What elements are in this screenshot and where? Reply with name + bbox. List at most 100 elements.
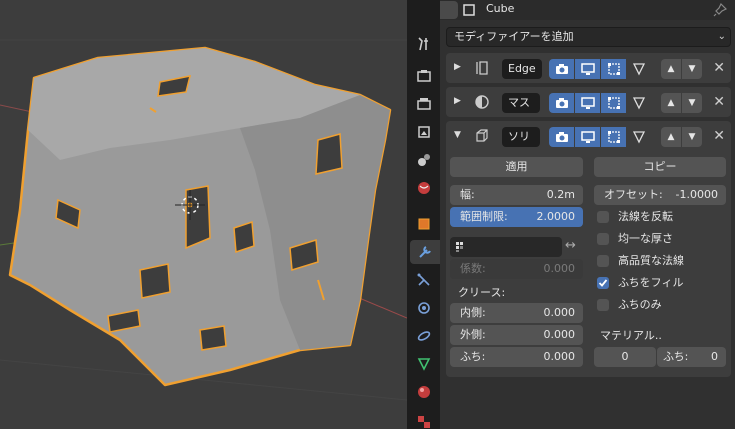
add-modifier-label: モディファイアーを追加: [454, 30, 574, 43]
clamp-value: 2.0000: [536, 210, 576, 223]
thickness-label: 幅:: [460, 188, 475, 201]
properties-header: Cube: [440, 0, 735, 20]
material-offset-field[interactable]: 0: [594, 347, 656, 367]
high-quality-normals-checkbox[interactable]: 高品質な法線: [597, 252, 727, 270]
outer-label: 外側:: [460, 328, 486, 341]
fill-rim-checkbox[interactable]: ふちをフィル: [597, 274, 727, 292]
move-up-button[interactable]: ▲: [661, 127, 681, 147]
render-toggle[interactable]: [549, 127, 574, 147]
clamp-field[interactable]: 範囲制限: 2.0000: [450, 207, 583, 227]
add-modifier-dropdown[interactable]: モディファイアーを追加 ⌄: [446, 27, 731, 47]
render-tab[interactable]: [411, 64, 437, 88]
outer-crease-field[interactable]: 外側: 0.000: [450, 325, 583, 345]
material-heading: マテリアル..: [600, 329, 662, 342]
material-icon: [418, 386, 430, 398]
monitor-icon: [580, 97, 595, 109]
flip-normals-checkbox[interactable]: 法線を反転: [597, 208, 727, 226]
editmode-icon: [607, 97, 620, 109]
apply-button[interactable]: 適用: [450, 157, 583, 177]
checkmark-icon: [597, 277, 609, 289]
cage-toggle[interactable]: [626, 59, 651, 79]
clamp-label: 範囲制限:: [460, 210, 508, 223]
3d-viewport[interactable]: [0, 0, 407, 429]
even-thickness-checkbox[interactable]: 均一な厚さ: [597, 230, 727, 248]
tool-tab[interactable]: [411, 32, 437, 56]
viewport-toggle[interactable]: [575, 127, 600, 147]
data-tab[interactable]: [411, 352, 437, 376]
rim-crease-field[interactable]: ふち: 0.000: [450, 347, 583, 367]
render-toggle[interactable]: [549, 59, 574, 79]
editmode-toggle[interactable]: [601, 127, 626, 147]
offset-value: -1.0000: [675, 188, 718, 201]
pin-icon[interactable]: [713, 3, 727, 17]
thickness-value: 0.2m: [546, 188, 575, 201]
only-rim-checkbox[interactable]: ふちのみ: [597, 296, 727, 314]
collapse-arrow-icon[interactable]: ▼: [454, 130, 461, 140]
checkbox-box: [597, 233, 609, 245]
object-tab[interactable]: [411, 212, 437, 236]
move-up-button[interactable]: ▲: [661, 93, 681, 113]
move-up-button[interactable]: ▲: [661, 59, 681, 79]
checkbox-box: [597, 299, 609, 311]
view-layer-icon: [418, 126, 430, 138]
physics-icon: [418, 302, 430, 314]
modifier-name-field[interactable]: Edge: [502, 59, 542, 79]
material-rim-value: 0: [711, 350, 718, 363]
viewport-toggle[interactable]: [575, 93, 600, 113]
particles-tab[interactable]: [411, 268, 437, 292]
copy-button[interactable]: コピー: [594, 157, 726, 177]
editmode-toggle[interactable]: [601, 93, 626, 113]
only-rim-label: ふちのみ: [618, 298, 662, 311]
move-down-button[interactable]: ▼: [682, 127, 702, 147]
texture-icon: [418, 416, 430, 428]
modifier-panel-edge: ▶ Edge ▲ ▼ ✕: [446, 53, 731, 83]
render-toggle[interactable]: [549, 93, 574, 113]
constraints-tab[interactable]: [411, 324, 437, 348]
factor-value: 0.000: [543, 262, 576, 275]
camera-icon: [555, 132, 568, 142]
modifier-tab[interactable]: [410, 240, 440, 264]
close-icon[interactable]: ✕: [713, 94, 725, 110]
close-icon[interactable]: ✕: [713, 128, 725, 144]
fill-rim-label: ふちをフィル: [618, 276, 684, 289]
object-icon: [418, 218, 430, 230]
texture-tab[interactable]: [411, 410, 437, 429]
view-layer-tab[interactable]: [411, 120, 437, 144]
cage-icon: [632, 63, 645, 76]
material-rim-field[interactable]: ふち: 0: [657, 347, 726, 367]
camera-icon: [555, 64, 568, 74]
move-down-button[interactable]: ▼: [682, 93, 702, 113]
flip-normals-label: 法線を反転: [618, 210, 673, 223]
move-down-button[interactable]: ▼: [682, 59, 702, 79]
high-quality-normals-label: 高品質な法線: [618, 254, 684, 267]
expand-arrow-icon[interactable]: ▶: [454, 96, 461, 106]
editmode-toggle[interactable]: [601, 59, 626, 79]
material-tab[interactable]: [411, 380, 437, 404]
close-icon[interactable]: ✕: [713, 60, 725, 76]
editor-type-button[interactable]: [440, 1, 458, 19]
particles-icon: [417, 273, 430, 286]
expand-arrow-icon[interactable]: ▶: [454, 62, 461, 72]
cage-toggle[interactable]: [626, 93, 651, 113]
output-tab[interactable]: [411, 92, 437, 116]
inner-crease-field[interactable]: 内側: 0.000: [450, 303, 583, 323]
world-tab[interactable]: [411, 176, 437, 200]
offset-field[interactable]: オフセット: -1.0000: [594, 185, 726, 205]
even-thickness-label: 均一な厚さ: [618, 232, 673, 245]
rim-value: 0.000: [543, 350, 576, 363]
subsurf-icon: [475, 95, 489, 109]
modifier-name-field[interactable]: ソリ: [502, 127, 540, 147]
cage-icon: [632, 131, 645, 144]
wrench-icon: [419, 246, 431, 258]
vertex-group-field[interactable]: [450, 237, 562, 257]
cage-toggle[interactable]: [626, 127, 651, 147]
scene-tab[interactable]: [411, 148, 437, 172]
viewport-toggle[interactable]: [575, 59, 600, 79]
inner-label: 内側:: [460, 306, 486, 319]
crease-heading: クリース:: [458, 286, 506, 299]
invert-arrows-icon[interactable]: ↔: [565, 238, 576, 253]
thickness-field[interactable]: 幅: 0.2m: [450, 185, 583, 205]
physics-tab[interactable]: [411, 296, 437, 320]
modifier-name-field[interactable]: マス: [502, 93, 540, 113]
viewport-scene: [0, 39, 407, 401]
